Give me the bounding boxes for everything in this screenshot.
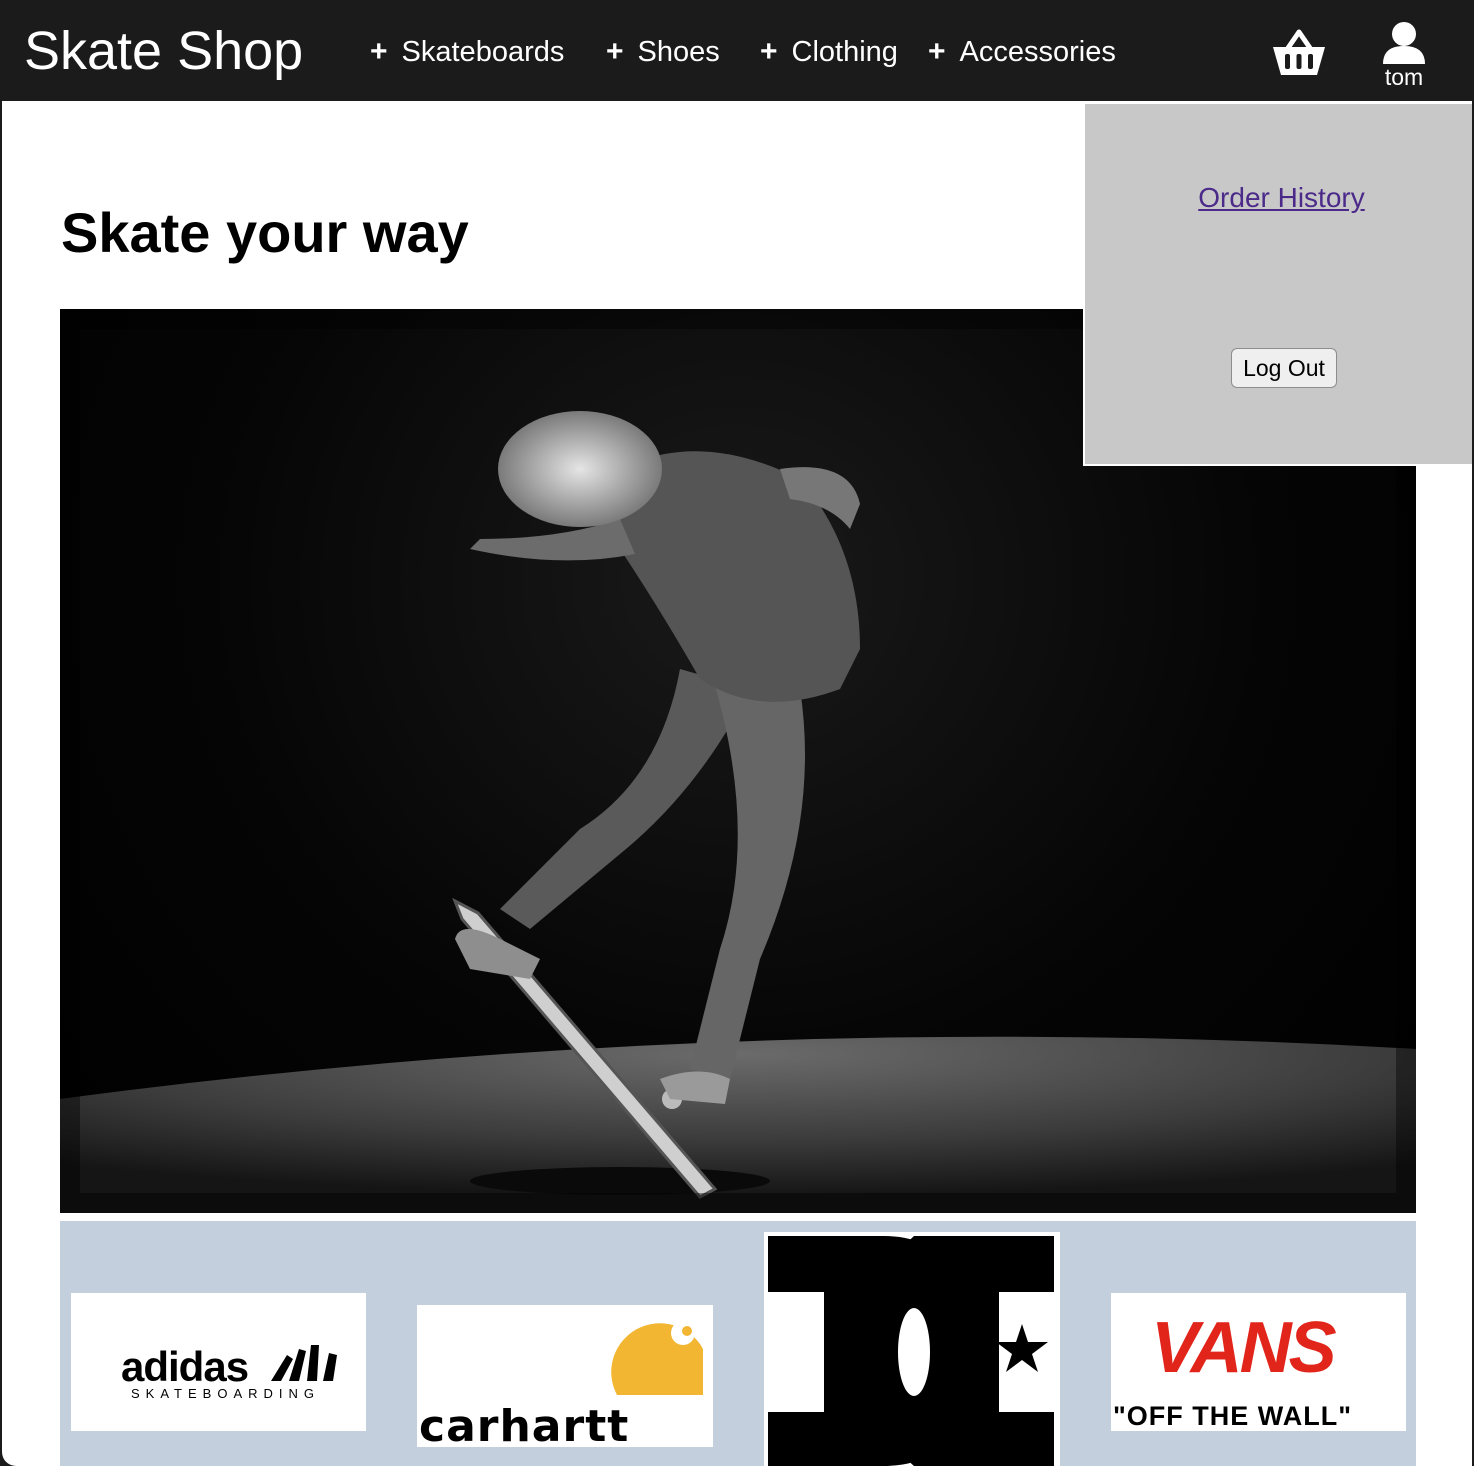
user-account-button[interactable]: tom xyxy=(1374,20,1434,92)
hero-title: Skate your way xyxy=(61,201,469,264)
nav-clothing[interactable]: + Clothing xyxy=(760,32,898,72)
vans-logo[interactable]: VANS "OFF THE WALL" xyxy=(1111,1293,1406,1431)
vans-tagline: "OFF THE WALL" xyxy=(1113,1401,1353,1431)
nav-label: Shoes xyxy=(637,35,720,68)
carhartt-logo[interactable]: carhartt xyxy=(417,1305,713,1447)
nav-skateboards[interactable]: + Skateboards xyxy=(370,32,564,72)
order-history-link[interactable]: Order History xyxy=(1085,182,1472,214)
basket-button[interactable] xyxy=(1270,24,1328,80)
plus-icon: + xyxy=(928,35,946,68)
nav-accessories[interactable]: + Accessories xyxy=(928,32,1116,72)
logout-button[interactable]: Log Out xyxy=(1231,348,1337,388)
nav-label: Accessories xyxy=(959,35,1116,68)
nav-label: Clothing xyxy=(791,35,898,68)
carhartt-wordmark: carhartt xyxy=(419,1401,630,1447)
nav-shoes[interactable]: + Shoes xyxy=(606,32,720,72)
brand-logos-strip: adidas SKATEBOARDING carhartt DC VANS xyxy=(60,1221,1416,1466)
username-label: tom xyxy=(1384,64,1424,90)
plus-icon: + xyxy=(760,35,778,68)
page-frame: Skate Shop + Skateboards + Shoes + Cloth… xyxy=(2,0,1472,1466)
user-icon xyxy=(1383,22,1425,64)
user-dropdown-menu: Order History Log Out xyxy=(1083,104,1472,466)
adidas-logo[interactable]: adidas SKATEBOARDING xyxy=(71,1293,366,1431)
basket-icon xyxy=(1273,29,1325,75)
adidas-tagline: SKATEBOARDING xyxy=(131,1386,321,1401)
site-logo[interactable]: Skate Shop xyxy=(24,18,303,84)
top-navigation-bar: Skate Shop + Skateboards + Shoes + Cloth… xyxy=(2,0,1472,101)
plus-icon: + xyxy=(370,35,388,68)
nav-label: Skateboards xyxy=(401,35,565,68)
plus-icon: + xyxy=(606,35,624,68)
adidas-wordmark: adidas xyxy=(121,1343,249,1390)
vans-wordmark: VANS xyxy=(1151,1308,1337,1388)
dc-logo[interactable]: DC xyxy=(764,1232,1060,1466)
